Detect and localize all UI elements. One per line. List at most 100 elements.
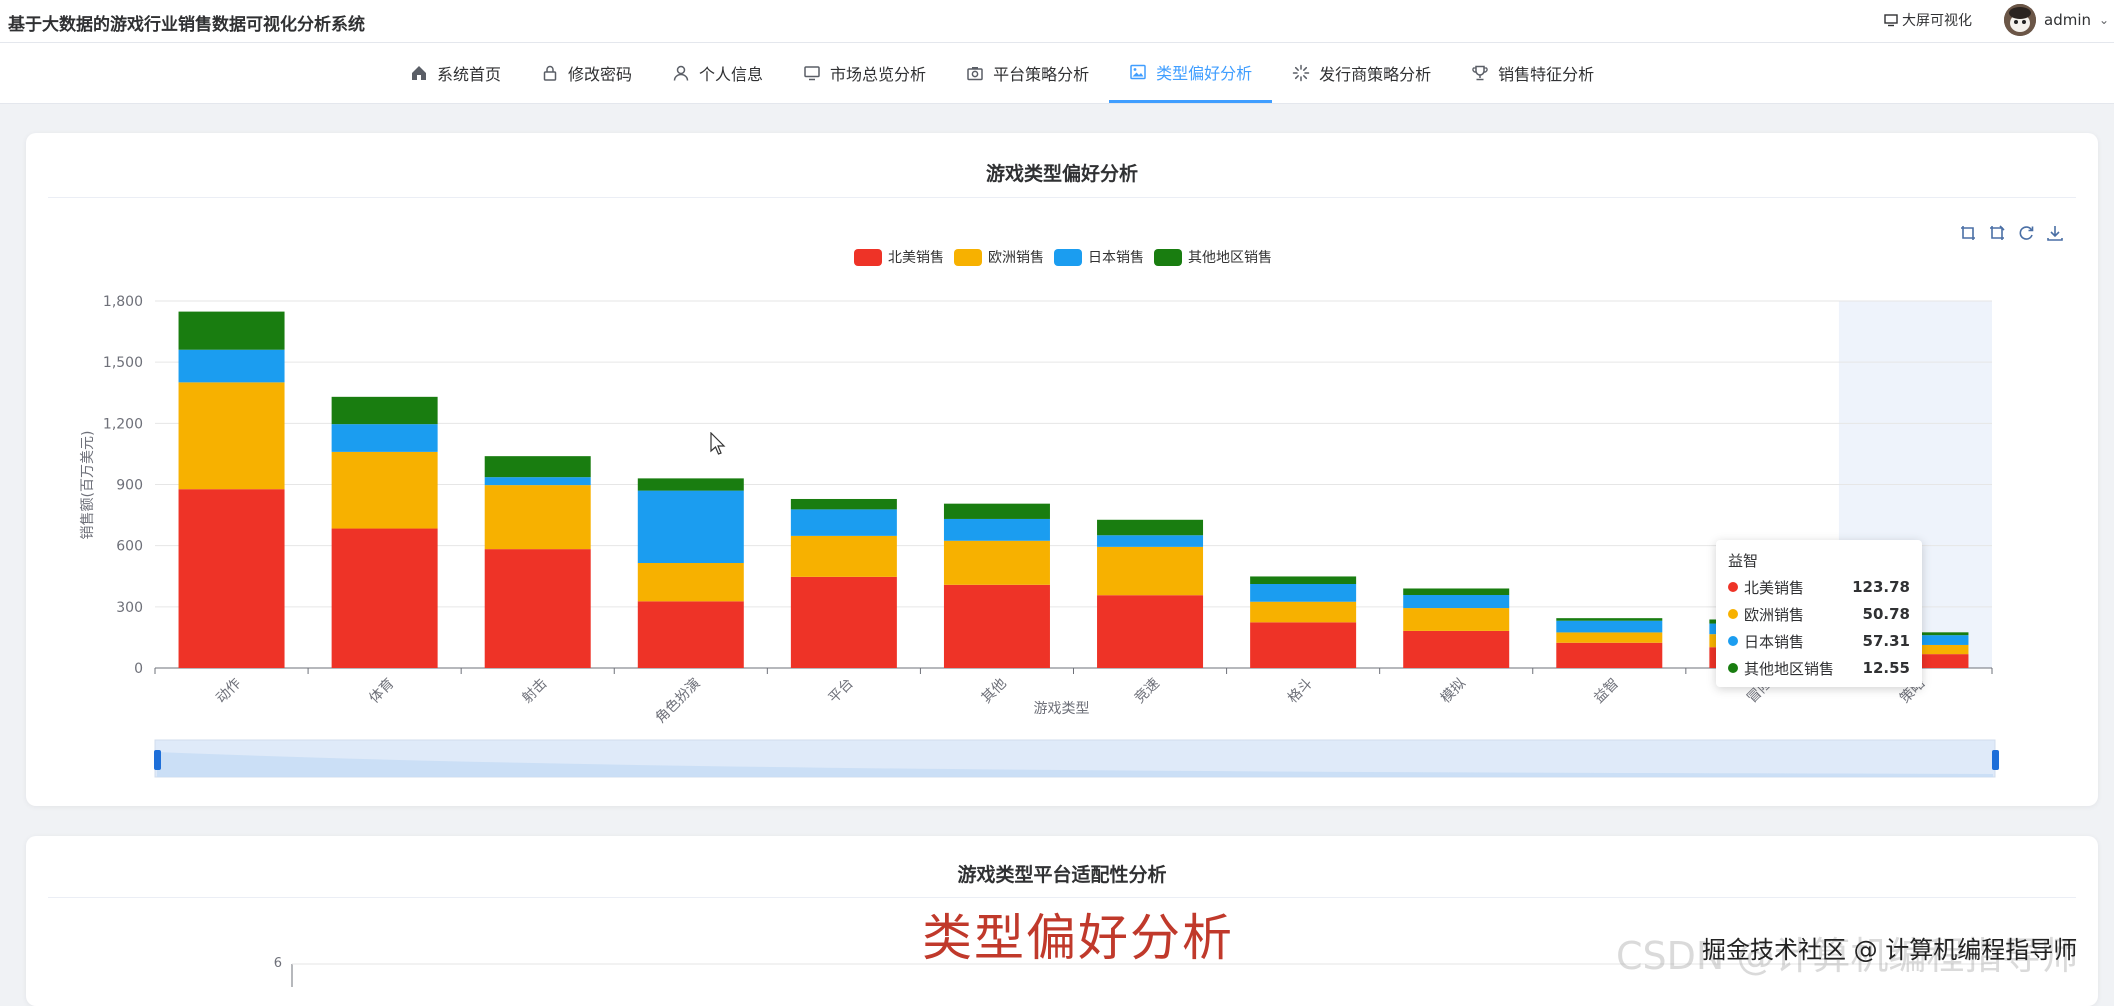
tooltip-row: 日本销售 57.31 [1728, 630, 1910, 652]
y-tick-label: 300 [116, 600, 143, 616]
y-tick-label: 1,500 [103, 355, 143, 371]
bar-segment [1097, 595, 1204, 668]
bar-segment [1250, 583, 1357, 602]
bar-segment [1403, 630, 1510, 668]
tooltip-value: 50.78 [1862, 605, 1910, 623]
x-tick-label: 益智 [1591, 676, 1622, 707]
legend-dot [1728, 609, 1738, 619]
bar-segment [1097, 535, 1204, 547]
legend-label: 日本销售 [1088, 250, 1144, 266]
legend-item[interactable]: 欧洲销售 [954, 249, 1044, 266]
legend-label: 北美销售 [888, 250, 944, 266]
x-tick-label: 其他 [979, 676, 1010, 707]
x-tick-label: 角色扮演 [652, 675, 704, 727]
bar-segment [1403, 608, 1510, 631]
tooltip-series-name: 其他地区销售 [1744, 659, 1835, 678]
bar-segment [484, 485, 591, 550]
legend-label: 其他地区销售 [1188, 250, 1272, 266]
legend-item[interactable]: 北美销售 [854, 249, 944, 266]
bar-segment [178, 382, 285, 490]
bar-segment [637, 601, 744, 668]
bar-segment [1403, 588, 1510, 596]
bar-segment [1097, 546, 1204, 596]
legend-label: 欧洲销售 [988, 250, 1044, 266]
x-tick-label: 格斗 [1285, 676, 1316, 707]
bar-segment [484, 549, 591, 668]
tooltip-value: 12.55 [1862, 659, 1910, 677]
tooltip-row: 北美销售 123.78 [1728, 576, 1910, 598]
zoom-icon[interactable] [1961, 226, 1975, 240]
bar-segment [1250, 601, 1357, 623]
tooltip-row: 欧洲销售 50.78 [1728, 603, 1910, 625]
x-axis-label: 游戏类型 [1034, 701, 1090, 717]
bar-segment [1556, 632, 1663, 643]
y-tick-label: 1,200 [103, 416, 143, 432]
bar-segment [1556, 618, 1663, 621]
y-tick-label: 600 [116, 539, 143, 555]
y-tick-label: 0 [134, 661, 143, 677]
tooltip-series-name: 日本销售 [1744, 632, 1805, 651]
bar-segment [331, 451, 438, 529]
bar-segment [637, 478, 744, 491]
bar-segment [790, 498, 897, 510]
legend-swatch [1154, 249, 1182, 266]
tooltip-series-name: 北美销售 [1744, 578, 1805, 597]
bar-segment [178, 349, 285, 383]
tooltip-value: 57.31 [1862, 632, 1910, 650]
bar-segment [943, 503, 1050, 519]
bar-segment [790, 535, 897, 577]
bar-segment [484, 456, 591, 478]
stacked-bar-chart: 0 300 600 900 1,200 1,500 1,800 销售额(百万美元) 动作 体育 射击… [80, 225, 2063, 987]
bar-segment [484, 477, 591, 486]
legend-swatch [854, 249, 882, 266]
bar-segment [178, 489, 285, 668]
caption-overlay: 类型偏好分析 [922, 909, 1234, 967]
x-tick-label: 动作 [213, 676, 244, 707]
bar-segment [943, 518, 1050, 541]
legend-swatch [954, 249, 982, 266]
x-tick-label: 竞速 [1131, 675, 1163, 707]
tooltip-value: 123.78 [1852, 578, 1910, 596]
y-tick-label: 6 [274, 956, 282, 971]
bar-segment [1556, 620, 1663, 633]
y-tick-label: 900 [116, 478, 143, 494]
bar-segment [331, 396, 438, 425]
tooltip-title: 益智 [1728, 552, 1759, 570]
bar-segment [1403, 595, 1510, 609]
legend-dot [1728, 636, 1738, 646]
bar-segment [790, 576, 897, 668]
legend-dot [1728, 582, 1738, 592]
zoom-reset-icon[interactable] [1990, 225, 2005, 240]
bar-segment [637, 490, 744, 563]
bar-segment [790, 509, 897, 536]
x-tick-label: 射击 [519, 676, 550, 707]
datazoom-handle-left[interactable] [154, 750, 161, 770]
bar-segment [331, 528, 438, 668]
bar-segment [331, 424, 438, 452]
legend-item[interactable]: 日本销售 [1054, 249, 1144, 266]
y-tick-label: 1,800 [103, 294, 143, 310]
tooltip-series-name: 欧洲销售 [1744, 605, 1805, 624]
x-tick-label: 模拟 [1438, 676, 1469, 707]
y-axis-label: 销售额(百万美元) [80, 431, 96, 540]
bar-segment [1250, 576, 1357, 584]
mouse-cursor-icon [710, 432, 726, 455]
legend-dot [1728, 663, 1738, 673]
legend-swatch [1054, 249, 1082, 266]
legend-item[interactable]: 其他地区销售 [1154, 249, 1272, 266]
tooltip-row: 其他地区销售 12.55 [1728, 657, 1910, 679]
juejin-watermark: 掘金技术社区 @ 计算机编程指导师 [1702, 936, 2078, 964]
datazoom-handle-right[interactable] [1992, 750, 1999, 770]
restore-icon[interactable] [2019, 226, 2034, 240]
bar-segment [943, 584, 1050, 668]
bar-segment [943, 540, 1050, 585]
bar-segment [1097, 519, 1204, 536]
chart-tooltip: 益智 北美销售 123.78 欧洲销售 50.78 日本销售 57.31 其他地… [1716, 540, 1922, 687]
bar-segment [178, 311, 285, 350]
bar-segment [637, 562, 744, 602]
download-icon[interactable] [2047, 226, 2063, 241]
bar-segment [1556, 642, 1663, 668]
x-tick-label: 平台 [826, 676, 857, 707]
bar-segment [1250, 622, 1357, 668]
x-tick-label: 体育 [366, 676, 397, 707]
